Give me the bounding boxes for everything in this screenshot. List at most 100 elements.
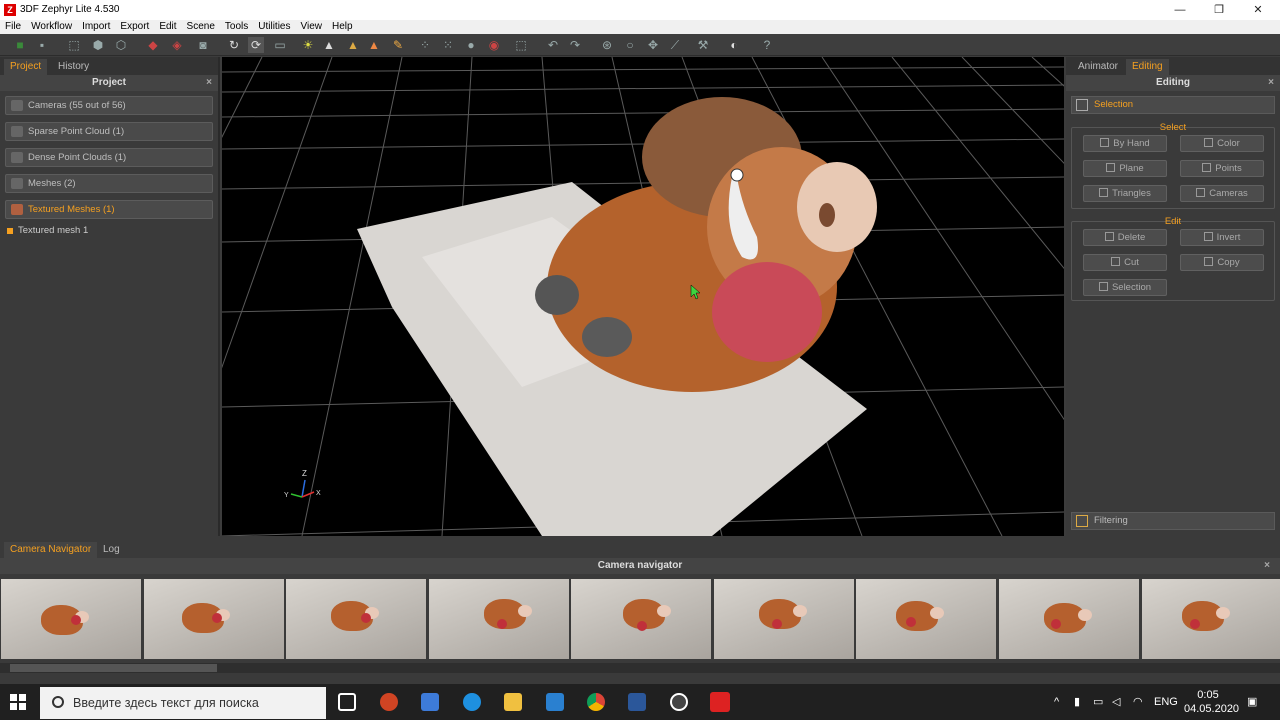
word-icon[interactable] xyxy=(628,693,646,711)
minimize-button[interactable]: — xyxy=(1160,2,1200,18)
copy-button[interactable]: Copy xyxy=(1180,254,1264,271)
tree-item-cameras[interactable]: Cameras (55 out of 56) xyxy=(5,96,213,115)
menu-view[interactable]: View xyxy=(296,20,328,32)
file-explorer-icon[interactable] xyxy=(504,693,522,711)
select-rect-icon[interactable]: ⬚ xyxy=(66,37,82,53)
windows-start-icon[interactable] xyxy=(10,694,26,710)
select-points-button[interactable]: Points xyxy=(1180,160,1264,177)
delete-button[interactable]: Delete xyxy=(1083,229,1167,246)
camera-thumbnail[interactable] xyxy=(999,579,1139,659)
bbox-icon[interactable]: ⬚ xyxy=(513,37,529,53)
tree-item-sparse-point-cloud[interactable]: Sparse Point Cloud (1) xyxy=(5,122,213,141)
camera-thumbnail[interactable] xyxy=(714,579,854,659)
tab-animator[interactable]: Animator xyxy=(1072,59,1124,75)
powerpoint-icon[interactable] xyxy=(380,693,398,711)
maximize-button[interactable]: ❐ xyxy=(1199,2,1239,18)
cut-button[interactable]: Cut xyxy=(1083,254,1167,271)
triangle-texture-icon[interactable]: ▲ xyxy=(366,37,382,53)
tree-item-meshes[interactable]: Meshes (2) xyxy=(5,174,213,193)
battery-icon[interactable]: ▭ xyxy=(1093,684,1103,720)
texture-icon[interactable]: ◉ xyxy=(486,37,502,53)
tree-item-dense-point-clouds[interactable]: Dense Point Clouds (1) xyxy=(5,148,213,167)
close-button[interactable]: ✕ xyxy=(1238,2,1278,18)
circle-icon[interactable]: ○ xyxy=(622,37,638,53)
orbit-icon[interactable]: ↻ xyxy=(226,37,242,53)
camera-thumbnail[interactable] xyxy=(1142,579,1280,659)
taskbar-search[interactable]: Введите здесь текст для поиска xyxy=(40,687,326,719)
select-by-hand-button[interactable]: By Hand xyxy=(1083,135,1167,152)
menu-scene[interactable]: Scene xyxy=(182,20,220,32)
triangle-color-icon[interactable]: ▲ xyxy=(345,37,361,53)
3d-viewport[interactable]: Z Y X xyxy=(222,57,1064,536)
edge-icon[interactable] xyxy=(463,693,481,711)
menu-edit[interactable]: Edit xyxy=(154,20,181,32)
close-icon[interactable]: × xyxy=(1264,558,1270,574)
help-icon[interactable]: ? xyxy=(759,37,775,53)
viewport-scene[interactable]: Z Y X xyxy=(222,57,1064,536)
tree-item-textured-meshes[interactable]: Textured Meshes (1) xyxy=(5,200,213,219)
cube-icon[interactable]: ⬡ xyxy=(113,37,129,53)
menu-file[interactable]: File xyxy=(0,20,26,32)
scrollbar-thumb[interactable] xyxy=(10,664,217,672)
task-view-icon[interactable] xyxy=(338,693,356,711)
new-project-icon[interactable]: ■ xyxy=(12,37,28,53)
wifi-icon[interactable]: ◠ xyxy=(1133,684,1143,720)
select-plane-button[interactable]: Plane xyxy=(1083,160,1167,177)
select-triangles-button[interactable]: Triangles xyxy=(1083,185,1167,202)
select-color-button[interactable]: Color xyxy=(1180,135,1264,152)
menu-import[interactable]: Import xyxy=(77,20,115,32)
light-icon[interactable]: ☀ xyxy=(300,37,316,53)
show-hidden-icons-icon[interactable]: ^ xyxy=(1054,684,1059,720)
select-cameras-button[interactable]: Cameras xyxy=(1180,185,1264,202)
camera-icon[interactable]: ◙ xyxy=(195,37,211,53)
volume-icon[interactable]: ◁ xyxy=(1112,684,1120,720)
selection-button[interactable]: Selection xyxy=(1083,279,1167,296)
ruler-icon[interactable]: ⟋ xyxy=(667,37,683,53)
transform-icon[interactable]: ⊛ xyxy=(599,37,615,53)
brush-icon[interactable]: ✎ xyxy=(390,37,406,53)
notifications-icon[interactable]: ▣ xyxy=(1247,684,1257,720)
close-icon[interactable]: × xyxy=(1268,75,1274,91)
tab-log[interactable]: Log xyxy=(97,542,126,558)
redo-icon[interactable]: ↷ xyxy=(567,37,583,53)
camera-thumbnail[interactable] xyxy=(286,579,426,659)
obs-icon[interactable] xyxy=(670,693,688,711)
selection-section[interactable]: Selection xyxy=(1071,96,1275,114)
points-grid-icon[interactable]: ⁙ xyxy=(440,37,456,53)
camera-thumbnail[interactable] xyxy=(429,579,569,659)
textured-mesh-icon[interactable]: ◈ xyxy=(169,37,185,53)
tab-editing[interactable]: Editing xyxy=(1126,59,1169,75)
move-icon[interactable]: ✥ xyxy=(645,37,661,53)
tab-history[interactable]: History xyxy=(52,59,95,75)
tab-project[interactable]: Project xyxy=(4,59,48,75)
undo-icon[interactable]: ↶ xyxy=(545,37,561,53)
microphone-icon[interactable]: ▮ xyxy=(1074,684,1080,720)
camera-thumbnail[interactable] xyxy=(856,579,996,659)
sphere-icon[interactable]: ● xyxy=(463,37,479,53)
points-icon[interactable]: ⁘ xyxy=(417,37,433,53)
cube-grid-icon[interactable]: ⬢ xyxy=(90,37,106,53)
thumbnail-scrollbar[interactable] xyxy=(0,663,1280,673)
tools-icon[interactable]: ⚒ xyxy=(695,37,711,53)
invert-button[interactable]: Invert xyxy=(1180,229,1264,246)
textured-mesh-1-item[interactable]: Textured mesh 1 xyxy=(7,224,88,238)
menu-utilities[interactable]: Utilities xyxy=(253,20,295,32)
camera-thumbnail[interactable] xyxy=(144,579,284,659)
vr-icon[interactable]: ◐ xyxy=(726,37,742,53)
zephyr-icon[interactable] xyxy=(710,692,730,712)
mesh-icon[interactable]: ◆ xyxy=(145,37,161,53)
menu-workflow[interactable]: Workflow xyxy=(26,20,77,32)
language-indicator[interactable]: ENG xyxy=(1154,684,1178,720)
menu-export[interactable]: Export xyxy=(115,20,154,32)
mail-icon[interactable] xyxy=(546,693,564,711)
clock[interactable]: 0:05 04.05.2020 xyxy=(1184,688,1239,716)
close-icon[interactable]: × xyxy=(206,75,212,91)
camera-thumbnail[interactable] xyxy=(571,579,711,659)
menu-tools[interactable]: Tools xyxy=(220,20,253,32)
save-icon[interactable]: ▪ xyxy=(34,37,50,53)
menu-help[interactable]: Help xyxy=(327,20,358,32)
tab-camera-navigator[interactable]: Camera Navigator xyxy=(4,542,98,558)
store-icon[interactable] xyxy=(421,693,439,711)
frame-icon[interactable]: ▭ xyxy=(272,37,288,53)
camera-thumbnail[interactable] xyxy=(1,579,141,659)
